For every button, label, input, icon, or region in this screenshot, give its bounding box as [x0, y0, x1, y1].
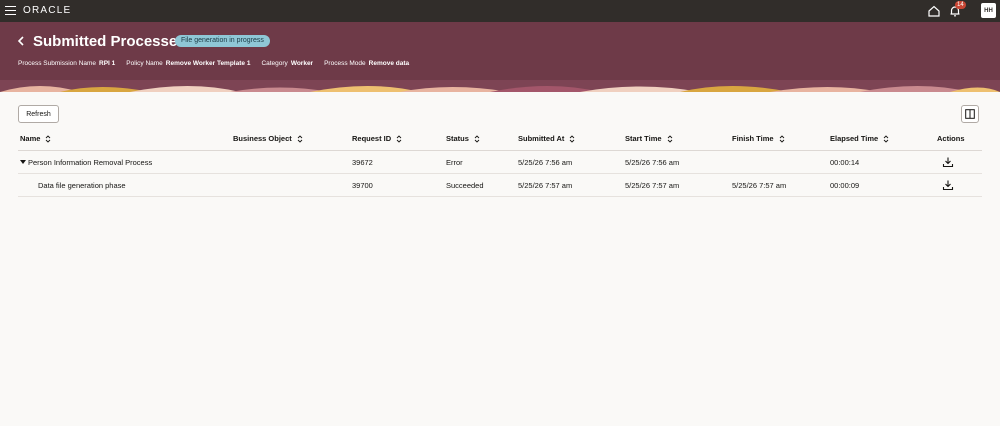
column-header-start-time[interactable]: Start Time [625, 134, 673, 143]
cell-start-time: 5/25/26 7:57 am [625, 181, 680, 190]
menu-icon[interactable] [5, 6, 16, 15]
table-header: Name Business Object Request ID Status S… [18, 127, 982, 151]
sort-icon [46, 134, 51, 143]
back-chevron-icon[interactable] [16, 35, 26, 47]
cell-submitted-at: 5/25/26 7:57 am [518, 181, 573, 190]
sort-icon [883, 134, 889, 143]
column-header-business-object[interactable]: Business Object [233, 134, 303, 143]
column-header-request-id[interactable]: Request ID [352, 134, 402, 143]
sort-icon [396, 134, 402, 143]
process-meta-row: Process Submission Name RPI 1 Policy Name… [18, 60, 420, 67]
cell-finish-time: 5/25/26 7:57 am [732, 181, 787, 190]
cell-submitted-at: 5/25/26 7:56 am [518, 158, 573, 167]
user-avatar[interactable]: HH [981, 3, 996, 18]
meta-process-submission-name: Process Submission Name RPI 1 [18, 60, 116, 67]
sort-icon [779, 134, 784, 143]
processes-table: Name Business Object Request ID Status S… [18, 127, 982, 197]
table-row[interactable]: Data file generation phase 39700 Succeed… [18, 174, 982, 197]
oracle-logo: ORACLE [23, 5, 72, 16]
page-title: Submitted Processes [33, 33, 186, 50]
cell-elapsed-time: 00:00:14 [830, 158, 860, 167]
sort-icon [667, 134, 672, 143]
sort-icon [570, 134, 575, 143]
column-header-actions: Actions [937, 134, 965, 143]
page-header: Submitted Processes File generation in p… [0, 22, 1000, 92]
meta-process-mode: Process Mode Remove data [324, 60, 410, 67]
column-header-elapsed-time[interactable]: Elapsed Time [830, 134, 889, 143]
home-icon[interactable] [927, 4, 941, 18]
cell-status: Succeeded [446, 181, 484, 190]
cell-name: Person Information Removal Process [20, 158, 152, 167]
cell-status: Error [446, 158, 463, 167]
refresh-button[interactable]: Refresh [18, 105, 59, 123]
cell-request-id: 39672 [352, 158, 373, 167]
global-header: ORACLE 14 HH [0, 0, 1000, 22]
meta-category: Category Worker [261, 60, 314, 67]
columns-icon [965, 109, 975, 119]
cell-name: Data file generation phase [38, 181, 126, 190]
download-icon[interactable] [942, 156, 954, 168]
column-layout-button[interactable] [961, 105, 979, 123]
column-header-submitted-at[interactable]: Submitted At [518, 134, 575, 143]
column-header-finish-time[interactable]: Finish Time [732, 134, 785, 143]
sort-icon [474, 134, 480, 143]
column-header-name[interactable]: Name [20, 134, 51, 143]
expand-collapse-icon[interactable] [20, 160, 26, 164]
table-row[interactable]: Person Information Removal Process 39672… [18, 151, 982, 174]
column-header-status[interactable]: Status [446, 134, 480, 143]
cell-start-time: 5/25/26 7:56 am [625, 158, 680, 167]
notification-count-badge: 14 [955, 1, 966, 9]
status-badge: File generation in progress [175, 35, 270, 47]
decorative-pattern [0, 80, 1000, 92]
sort-icon [297, 134, 303, 143]
cell-elapsed-time: 00:00:09 [830, 181, 860, 190]
download-icon[interactable] [942, 179, 954, 191]
cell-request-id: 39700 [352, 181, 373, 190]
meta-policy-name: Policy Name Remove Worker Template 1 [126, 60, 251, 67]
